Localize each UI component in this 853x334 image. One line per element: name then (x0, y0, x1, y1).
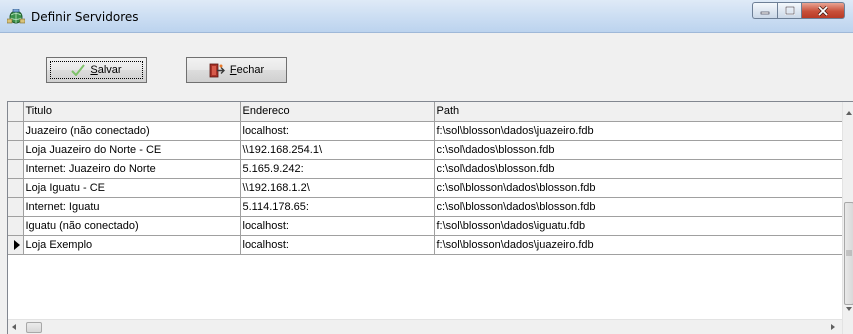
cell-endereco[interactable]: \\192.168.1.2\ (240, 178, 435, 198)
cell-titulo[interactable]: Internet: Juazeiro do Norte (23, 159, 241, 179)
scroll-left-arrow-icon[interactable] (12, 324, 16, 330)
minimize-icon (760, 11, 770, 14)
cell-path[interactable]: f:\sol\blosson\dados\juazeiro.fdb (434, 235, 843, 255)
network-globe-icon (7, 9, 25, 24)
cell-titulo[interactable]: Loja Iguatu - CE (23, 178, 241, 198)
scroll-right-arrow-icon[interactable] (831, 324, 835, 330)
exit-door-icon (209, 63, 225, 77)
header-indicator-cell (8, 102, 24, 122)
cell-endereco[interactable]: localhost: (240, 216, 435, 236)
close-icon (817, 5, 829, 16)
cell-titulo[interactable]: Loja Exemplo (23, 235, 241, 255)
window-title: Definir Servidores (31, 10, 139, 24)
close-form-button-label: Fechar (229, 64, 265, 76)
close-window-button[interactable] (802, 2, 845, 19)
cell-endereco[interactable]: 5.165.9.242: (240, 159, 435, 179)
row-indicator[interactable] (8, 159, 24, 179)
save-button[interactable]: Salvar (46, 57, 147, 83)
table-row[interactable]: Juazeiro (não conectado) localhost: f:\s… (8, 121, 843, 141)
window: Definir Servidores Salvar Fechar Titulo … (0, 0, 853, 334)
table-row[interactable]: Internet: Iguatu 5.114.178.65: c:\sol\bl… (8, 197, 843, 217)
table-row[interactable]: Loja Juazeiro do Norte - CE \\192.168.25… (8, 140, 843, 160)
toolbar: Salvar Fechar (0, 33, 853, 101)
scroll-down-arrow-icon[interactable] (846, 307, 852, 311)
cell-path[interactable]: c:\sol\blosson\dados\blosson.fdb (434, 178, 843, 198)
header-row: Titulo Endereco Path (8, 102, 843, 122)
row-indicator[interactable] (8, 121, 24, 141)
cell-path[interactable]: c:\sol\dados\blosson.fdb (434, 159, 843, 179)
column-header-titulo[interactable]: Titulo (23, 102, 241, 122)
table-row[interactable]: Iguatu (não conectado) localhost: f:\sol… (8, 216, 843, 236)
cell-endereco[interactable]: \\192.168.254.1\ (240, 140, 435, 160)
cell-titulo[interactable]: Loja Juazeiro do Norte - CE (23, 140, 241, 160)
table-row-current[interactable]: Loja Exemplo localhost: f:\sol\blosson\d… (8, 235, 843, 255)
title-bar[interactable]: Definir Servidores (0, 0, 853, 33)
current-row-arrow-icon (14, 239, 20, 250)
close-form-button[interactable]: Fechar (186, 57, 287, 83)
grip-icon (846, 250, 852, 256)
maximize-button[interactable] (777, 2, 802, 19)
table-row[interactable]: Internet: Juazeiro do Norte 5.165.9.242:… (8, 159, 843, 179)
scroll-up-arrow-icon[interactable] (846, 111, 852, 115)
cell-titulo[interactable]: Iguatu (não conectado) (23, 216, 241, 236)
maximize-icon (784, 6, 795, 15)
servers-table: Titulo Endereco Path Juazeiro (não conec… (8, 102, 843, 255)
row-indicator[interactable] (8, 178, 24, 198)
row-indicator[interactable] (8, 140, 24, 160)
vertical-scrollbar[interactable] (842, 102, 853, 334)
cell-titulo[interactable]: Internet: Iguatu (23, 197, 241, 217)
vertical-scroll-thumb[interactable] (844, 202, 853, 305)
row-indicator[interactable] (8, 197, 24, 217)
checkmark-icon (71, 64, 86, 76)
cell-endereco[interactable]: localhost: (240, 121, 435, 141)
cell-path[interactable]: f:\sol\blosson\dados\juazeiro.fdb (434, 121, 843, 141)
servers-grid[interactable]: Titulo Endereco Path Juazeiro (não conec… (7, 101, 853, 334)
table-row[interactable]: Loja Iguatu - CE \\192.168.1.2\ c:\sol\b… (8, 178, 843, 198)
save-button-label: Salvar (90, 64, 122, 76)
caption-buttons (752, 2, 845, 19)
cell-endereco[interactable]: 5.114.178.65: (240, 197, 435, 217)
row-indicator-current[interactable] (8, 235, 24, 255)
cell-path[interactable]: f:\sol\blosson\dados\iguatu.fdb (434, 216, 843, 236)
column-header-endereco[interactable]: Endereco (240, 102, 435, 122)
cell-endereco[interactable]: localhost: (240, 235, 435, 255)
horizontal-scrollbar[interactable] (8, 319, 842, 334)
column-header-path[interactable]: Path (434, 102, 843, 122)
cell-path[interactable]: c:\sol\blosson\dados\blosson.fdb (434, 197, 843, 217)
horizontal-scroll-thumb[interactable] (26, 322, 42, 333)
row-indicator[interactable] (8, 216, 24, 236)
minimize-button[interactable] (752, 2, 777, 19)
cell-path[interactable]: c:\sol\dados\blosson.fdb (434, 140, 843, 160)
cell-titulo[interactable]: Juazeiro (não conectado) (23, 121, 241, 141)
